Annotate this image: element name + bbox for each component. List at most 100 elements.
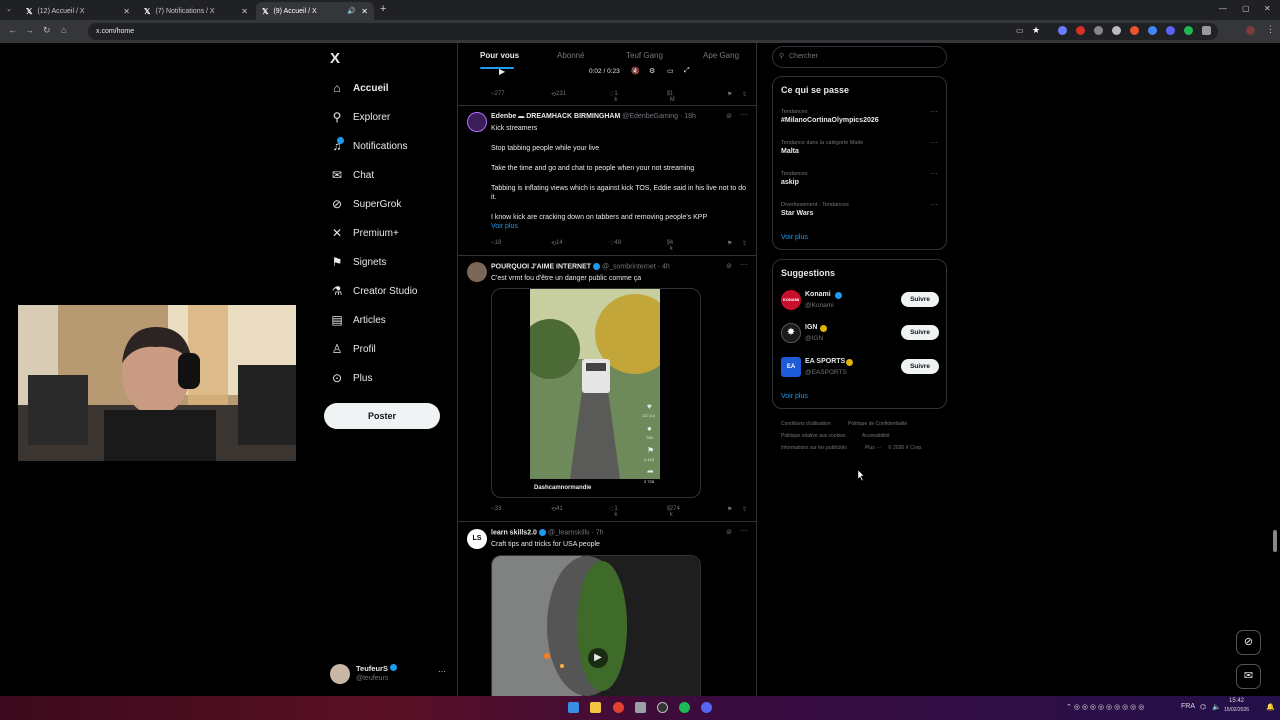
maximize-icon[interactable]: ▢ (1242, 4, 1250, 13)
trends-see-more-link[interactable]: Voir plus (781, 234, 808, 241)
tweet[interactable]: Edenbe ▬ DREAMHACK BIRMINGHAM @EdenbeGam… (458, 106, 756, 256)
profile-avatar-icon[interactable] (1246, 26, 1255, 35)
repost-button[interactable]: ⟲ 41 (551, 506, 563, 513)
follow-button[interactable]: Suivre (901, 325, 939, 340)
volume-icon[interactable]: 🔈 (1212, 703, 1221, 711)
tweet-more-icon[interactable]: ··· (740, 110, 748, 119)
x-logo[interactable]: X (330, 50, 340, 67)
footer-link[interactable]: Plus ··· (865, 445, 881, 451)
tweet-video[interactable]: ▶ (491, 555, 701, 696)
trend-more-icon[interactable]: ··· (930, 200, 938, 209)
footer-link[interactable]: Conditions d'utilisation (781, 421, 831, 427)
back-icon[interactable]: ← (8, 25, 17, 35)
settings-icon[interactable]: ⚙ (649, 67, 655, 75)
bookmark-icon[interactable]: ⚑ (727, 506, 732, 513)
bookmark-icon[interactable]: ⚑ (727, 240, 732, 247)
tweet-more-icon[interactable]: ··· (740, 260, 748, 269)
grok-float-button[interactable]: ⊘ (1236, 630, 1261, 655)
extension-icon[interactable] (1058, 26, 1067, 35)
repost-button[interactable]: ⟲ 14 (551, 240, 563, 247)
tweet-more-icon[interactable]: ··· (740, 526, 748, 535)
fullscreen-icon[interactable]: ⤢ (684, 67, 690, 75)
reply-button[interactable]: ○ 33 (491, 506, 501, 512)
spotify-icon[interactable] (679, 702, 690, 713)
voir-plus-link[interactable]: Voir plus (491, 222, 753, 231)
discord-icon[interactable] (701, 702, 712, 713)
notepad-icon[interactable] (635, 702, 646, 713)
grok-icon[interactable]: ⊘ (726, 262, 732, 270)
trend-more-icon[interactable]: ··· (930, 107, 938, 116)
messages-float-button[interactable]: ✉ (1236, 664, 1261, 689)
scrollbar-track[interactable] (1272, 46, 1278, 694)
clock-date[interactable]: 15/02/2026 (1224, 707, 1249, 713)
chrome-icon[interactable] (613, 702, 624, 713)
nav-item-accueil[interactable]: ⌂ Accueil (330, 76, 388, 100)
trend-more-icon[interactable]: ··· (930, 169, 938, 178)
nav-item-signets[interactable]: ⚑ Signets (330, 250, 387, 274)
close-tab-icon[interactable]: ✕ (361, 7, 368, 16)
footer-link[interactable]: Accessibilité (862, 433, 890, 439)
poster-button[interactable]: Poster (324, 403, 440, 429)
like-button[interactable]: ♡ 1 k (609, 506, 618, 518)
tray-icons[interactable]: ⌃ ◎ ◎ ◎ ◎ ◎ ◎ ◎ ◎ ◎ (1066, 703, 1144, 711)
nav-item-articles[interactable]: ▤ Articles (330, 308, 385, 332)
extension-icon[interactable] (1094, 26, 1103, 35)
forward-icon[interactable]: → (25, 25, 34, 35)
nav-item-supergrok[interactable]: ⊘ SuperGrok (330, 192, 401, 216)
browser-tab[interactable]: 𝕏 (7) Notifications / X ✕ (138, 2, 254, 20)
browser-menu-icon[interactable]: ⋮ (1266, 24, 1275, 35)
browser-tab[interactable]: 𝕏 (12) Accueil / X ✕ (20, 2, 136, 20)
nav-item-premium[interactable]: ✕ Premium+ (330, 221, 399, 245)
account-switcher[interactable]: TeufeurS @teufeurs ··· (328, 662, 450, 686)
footer-link[interactable]: Politique relative aux cookies (781, 433, 845, 439)
repost-button[interactable]: ⟲ 231 (551, 91, 566, 98)
extension-icon[interactable] (1076, 26, 1085, 35)
share-icon[interactable]: ⇪ (742, 240, 747, 247)
views-button[interactable]: ⫼ 4 k (667, 240, 673, 252)
footer-link[interactable]: Politique de Confidentialité (848, 421, 907, 427)
tab-abonne[interactable]: Abonné (557, 51, 585, 60)
tweet[interactable]: POURQUOI J'AIME INTERNET @_sombrinternet… (458, 256, 756, 522)
video-bookmark-icon[interactable]: ⚑ (647, 446, 654, 455)
extensions-puzzle-icon[interactable] (1202, 26, 1211, 35)
scrollbar-thumb[interactable] (1273, 530, 1277, 552)
grok-icon[interactable]: ⊘ (726, 112, 732, 120)
tab-list-icon[interactable]: ⌄ (6, 5, 12, 13)
close-tab-icon[interactable]: ✕ (123, 7, 130, 16)
extension-icon[interactable] (1166, 26, 1175, 35)
clock-time[interactable]: 15:42 (1229, 698, 1244, 704)
nav-item-creator-studio[interactable]: ⚗ Creator Studio (330, 279, 418, 303)
url-input[interactable]: x.com/home (88, 23, 1218, 40)
grok-icon[interactable]: ⊘ (726, 528, 732, 536)
browser-tab-active[interactable]: 𝕏 (9) Accueil / X 🔊 ✕ (256, 2, 374, 20)
tweet[interactable]: LS learn skills2.0 @_learnskills · 7h ⊘ … (458, 522, 756, 696)
pip-icon[interactable]: ▭ (667, 67, 674, 75)
cast-icon[interactable]: ▭ (1016, 26, 1024, 35)
bookmark-icon[interactable]: ⚑ (727, 91, 732, 98)
search-input[interactable]: ⚲ Chercher (772, 46, 947, 68)
windows-start-icon[interactable] (568, 702, 579, 713)
account-more-icon[interactable]: ··· (438, 667, 446, 676)
extension-icon[interactable] (1148, 26, 1157, 35)
video-comment-icon[interactable]: ● (647, 424, 652, 433)
language-indicator[interactable]: FRA (1181, 703, 1195, 710)
home-button-icon[interactable]: ⌂ (61, 25, 66, 35)
mute-icon[interactable]: 🔇 (631, 67, 640, 75)
play-icon[interactable]: ▶ (499, 67, 505, 76)
extension-icon[interactable] (1184, 26, 1193, 35)
nav-item-explorer[interactable]: ⚲ Explorer (330, 105, 391, 129)
suggestions-see-more-link[interactable]: Voir plus (781, 393, 808, 400)
follow-button[interactable]: Suivre (901, 292, 939, 307)
trend-more-icon[interactable]: ··· (930, 138, 938, 147)
footer-link[interactable]: Informations sur les publicités (781, 445, 847, 451)
like-button[interactable]: ♡ 48 (609, 240, 621, 247)
share-icon[interactable]: ⇪ (742, 91, 747, 98)
video-share-icon[interactable]: ➦ (647, 467, 654, 476)
audio-icon[interactable]: 🔊 (347, 7, 356, 15)
nav-item-plus[interactable]: ⊙ Plus (330, 366, 372, 390)
close-tab-icon[interactable]: ✕ (241, 7, 248, 16)
obs-icon[interactable] (657, 702, 668, 713)
bookmark-star-icon[interactable]: ★ (1032, 25, 1040, 36)
play-icon[interactable]: ▶ (588, 648, 608, 668)
new-tab-icon[interactable]: + (380, 3, 386, 15)
